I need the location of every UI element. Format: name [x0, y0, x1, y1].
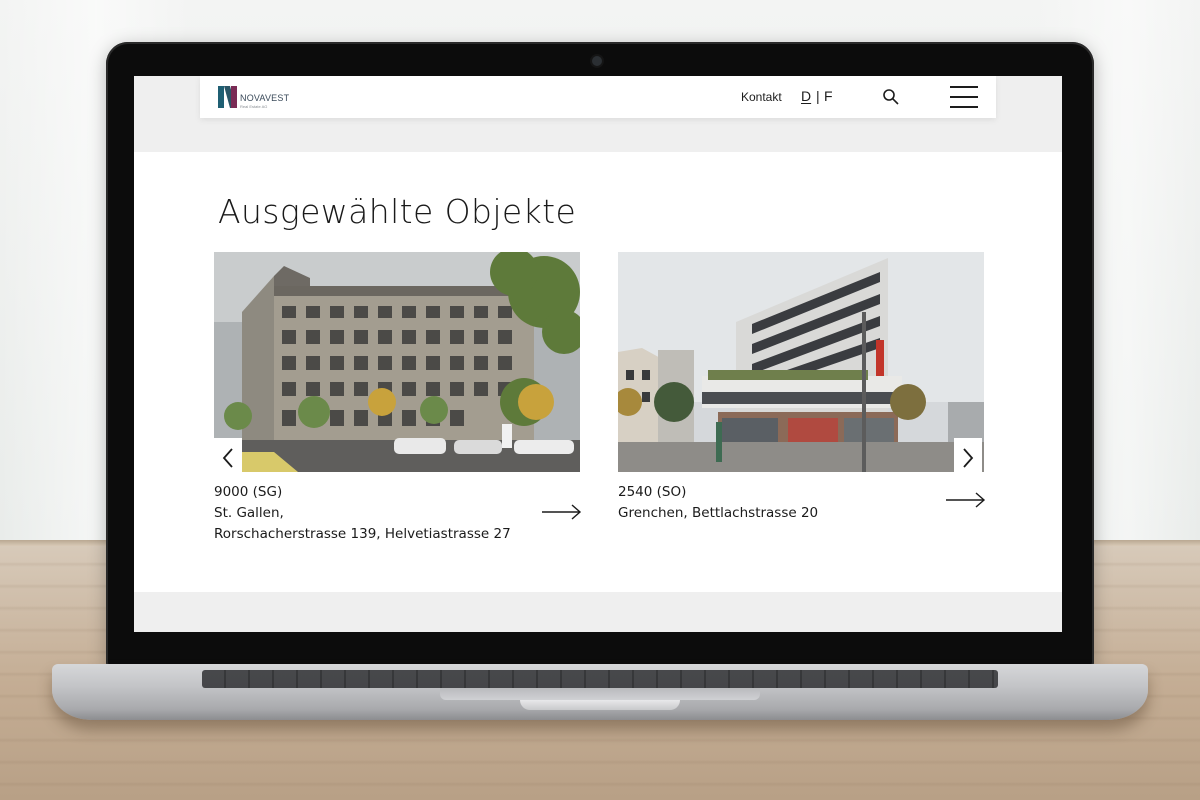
arrow-right-icon: [946, 492, 986, 508]
language-de-link[interactable]: D: [801, 88, 811, 104]
footer-band: [134, 592, 1062, 632]
object-address: 9000 (SG) St. Gallen, Rorschacherstrasse…: [214, 482, 580, 545]
object-details-link[interactable]: [542, 504, 582, 520]
object-address: 2540 (SO) Grenchen, Bettlachstrasse 20: [618, 482, 984, 524]
novavest-logo[interactable]: NOVAVEST Real Estate AG: [218, 84, 290, 112]
object-street: Rorschacherstrasse 139, Helvetiastrasse …: [214, 526, 511, 542]
hamburger-menu-icon: [950, 106, 978, 108]
page-title: Ausgewählte Objekte: [218, 192, 577, 231]
object-photo[interactable]: [618, 252, 984, 472]
arrow-right-icon: [542, 504, 582, 520]
slider-next-button[interactable]: [954, 438, 982, 478]
nav-link-kontakt[interactable]: Kontakt: [741, 90, 782, 104]
object-photo[interactable]: [214, 252, 580, 472]
object-zip: 2540 (SO): [618, 484, 687, 500]
object-card[interactable]: 9000 (SG) St. Gallen, Rorschacherstrasse…: [214, 252, 582, 545]
object-details-link[interactable]: [946, 492, 986, 508]
site-header: NOVAVEST Real Estate AG Kontakt D | F: [200, 76, 996, 118]
language-fr-link[interactable]: F: [824, 88, 833, 104]
search-button[interactable]: [882, 88, 900, 106]
laptop-trackpad: [440, 688, 760, 700]
hamburger-menu-icon: [950, 96, 978, 98]
webcam-icon: [592, 56, 602, 66]
building-photo-grenchen: [618, 252, 984, 472]
slider-prev-button[interactable]: [214, 438, 242, 478]
search-icon: [883, 89, 899, 105]
hamburger-menu-icon: [950, 86, 978, 88]
logo-wordmark: NOVAVEST: [240, 93, 290, 103]
laptop-lid-notch: [520, 700, 680, 710]
laptop-keyboard: [202, 670, 998, 688]
object-city-street: Grenchen, Bettlachstrasse 20: [618, 505, 819, 521]
language-separator: |: [816, 88, 820, 104]
chevron-left-icon: [222, 448, 233, 468]
logo-mark-icon: [218, 86, 237, 108]
logo-tagline: Real Estate AG: [240, 104, 268, 109]
object-city: St. Gallen,: [214, 505, 284, 521]
laptop-screen: NOVAVEST Real Estate AG Kontakt D | F Au…: [134, 76, 1062, 632]
hamburger-menu-button[interactable]: [950, 86, 980, 108]
building-photo-st-gallen: [214, 252, 580, 472]
object-zip: 9000 (SG): [214, 484, 283, 500]
object-card[interactable]: 2540 (SO) Grenchen, Bettlachstrasse 20: [618, 252, 986, 524]
chevron-right-icon: [963, 448, 974, 468]
main-content: Ausgewählte Objekte 9000 (SG) St. Gallen…: [134, 152, 1062, 592]
